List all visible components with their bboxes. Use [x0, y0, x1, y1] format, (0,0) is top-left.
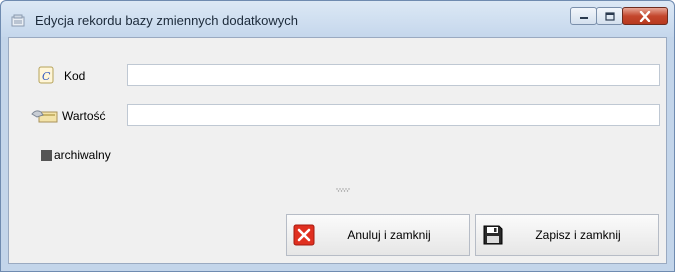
title-bar[interactable]: Edycja rekordu bazy zmiennych dodatkowyc… [1, 1, 674, 37]
window-controls [570, 7, 668, 27]
svg-text:C: C [42, 70, 51, 83]
value-hand-icon [31, 110, 58, 123]
dialog-window: Edycja rekordu bazy zmiennych dodatkowyc… [0, 0, 675, 272]
document-c-icon: C [38, 66, 54, 84]
close-button[interactable] [622, 7, 668, 25]
window-title: Edycja rekordu bazy zmiennych dodatkowyc… [35, 13, 299, 28]
maximize-icon [604, 11, 615, 21]
wartosc-field[interactable] [127, 104, 660, 126]
cancel-button-label: Anuluj i zamknij [347, 228, 431, 242]
form-area: C Kod Wartość archiwalny Anuluj i zamkni… [8, 37, 667, 264]
archiwalny-checkbox[interactable] [41, 150, 52, 161]
kod-field[interactable] [127, 64, 660, 86]
app-icon [11, 14, 25, 27]
minimize-button[interactable] [570, 7, 597, 25]
close-icon [639, 10, 651, 22]
save-button[interactable]: Zapisz i zamknij [475, 214, 659, 256]
save-button-label: Zapisz i zamknij [535, 228, 621, 242]
minimize-icon [579, 17, 588, 19]
kod-label: Kod [64, 69, 86, 83]
wartosc-label: Wartość [62, 109, 106, 123]
archiwalny-label: archiwalny [54, 148, 111, 162]
splitter-grip-icon[interactable] [335, 188, 351, 192]
maximize-button[interactable] [596, 7, 623, 25]
cancel-button[interactable]: Anuluj i zamknij [286, 214, 470, 256]
